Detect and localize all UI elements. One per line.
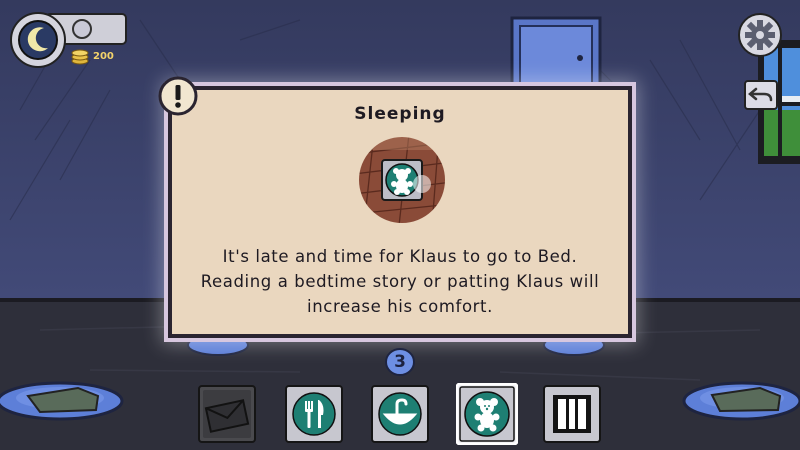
- dialog-body-line: It's late and time for Klaus to go to Be…: [222, 247, 578, 266]
- dialog-title: Sleeping: [354, 104, 446, 124]
- coin-count: 200: [93, 51, 114, 62]
- teddy-bear-icon: [382, 160, 422, 200]
- dialog-body: It's late and time for Klaus to go to Be…: [182, 244, 618, 319]
- toolbar-button-window[interactable]: [543, 385, 601, 443]
- coin-stack-icon: [71, 49, 89, 65]
- door[interactable]: [510, 16, 602, 95]
- gear-icon[interactable]: [737, 12, 783, 58]
- moon-icon: [22, 24, 54, 56]
- toolbar-button-sleep[interactable]: [456, 383, 518, 445]
- toolbar-button-feed[interactable]: [285, 385, 343, 443]
- teddy-bear-icon: [474, 398, 500, 432]
- food-plate-left[interactable]: [0, 381, 124, 421]
- dialog-body-line: Reading a bedtime story or patting Klaus…: [200, 272, 600, 291]
- level-badge-number: 3: [394, 352, 406, 372]
- alert-icon: [158, 76, 198, 116]
- toolbar-button-mail[interactable]: [198, 385, 256, 443]
- food-plate-right[interactable]: [682, 381, 800, 421]
- tutorial-dialog: Sleeping It's late and time for Klaus to…: [168, 86, 632, 338]
- dialog-body-line: increase his comfort.: [307, 297, 493, 316]
- toolbar-button-wash[interactable]: [371, 385, 429, 443]
- back-arrow-icon[interactable]: [744, 80, 778, 110]
- window-icon: [553, 395, 591, 433]
